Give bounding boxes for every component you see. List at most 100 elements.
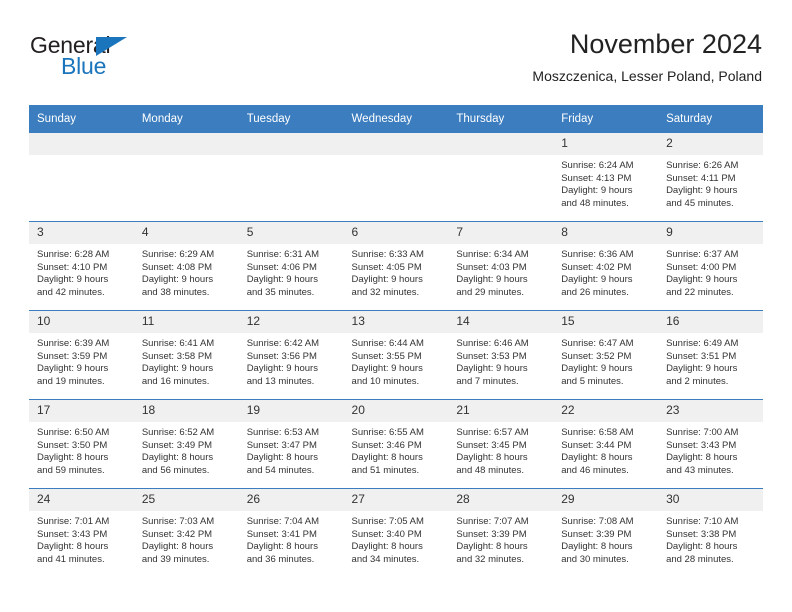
logo-text-blue: Blue (61, 53, 107, 79)
calendar-day-cell[interactable]: 21 Sunrise: 6:57 AM Sunset: 3:45 PM Dayligh… (448, 399, 554, 489)
day-details: Sunrise: 7:00 AM Sunset: 3:43 PM Daylight:… (658, 422, 763, 477)
daylight-text-line2: and 28 minutes. (666, 553, 734, 565)
daylight-text-line2: and 7 minutes. (456, 375, 519, 387)
daylight-text-line2: and 56 minutes. (141, 464, 210, 476)
sunset-text: Sunset: 3:39 PM (456, 528, 527, 540)
calendar-table: Sunday Monday Tuesday Wednesday Thursday… (29, 105, 763, 577)
calendar-day-cell[interactable]: 27 Sunrise: 7:05 AM Sunset: 3:40 PM Dayligh… (343, 488, 449, 577)
daylight-text-line1: Daylight: 9 hours (666, 185, 738, 197)
calendar-day-cell[interactable]: 2 Sunrise: 6:26 AM Sunset: 4:11 PM Daylight… (658, 133, 763, 222)
calendar-day-cell[interactable]: 24 Sunrise: 7:01 AM Sunset: 3:43 PM Dayligh… (29, 488, 134, 577)
sunrise-text: Sunrise: 6:57 AM (456, 427, 529, 438)
day-details: Sunrise: 6:33 AM Sunset: 4:05 PM Daylight:… (344, 244, 449, 299)
sunrise-text: Sunrise: 7:00 AM (666, 427, 739, 438)
day-number: 27 (343, 489, 449, 511)
calendar-day-cell[interactable]: 7 Sunrise: 6:34 AM Sunset: 4:03 PM Daylight… (448, 221, 554, 311)
calendar-day-cell[interactable]: 26 Sunrise: 7:04 AM Sunset: 3:41 PM Dayligh… (238, 488, 344, 577)
day-number: 9 (658, 222, 763, 244)
calendar-day-cell[interactable]: 15 Sunrise: 6:47 AM Sunset: 3:52 PM Dayligh… (553, 310, 659, 400)
daylight-text-line2: and 19 minutes. (37, 375, 105, 387)
day-details: Sunrise: 6:28 AM Sunset: 4:10 PM Daylight:… (29, 244, 134, 299)
weekday-header-thursday: Thursday (448, 105, 554, 133)
day-number: 14 (448, 311, 554, 333)
sunrise-text: Sunrise: 6:44 AM (351, 338, 424, 349)
day-number: 13 (343, 311, 449, 333)
sunset-text: Sunset: 3:49 PM (141, 439, 213, 451)
calendar-day-cell[interactable]: 19 Sunrise: 6:53 AM Sunset: 3:47 PM Dayligh… (238, 399, 344, 489)
calendar-day-cell[interactable]: 28 Sunrise: 7:07 AM Sunset: 3:39 PM Dayligh… (448, 488, 554, 577)
day-details: Sunrise: 6:46 AM Sunset: 3:53 PM Daylight:… (448, 333, 553, 388)
calendar-day-cell-empty (343, 133, 449, 222)
daylight-text-line2: and 10 minutes. (351, 375, 420, 387)
sunrise-text: Sunrise: 7:03 AM (141, 516, 215, 527)
sunrise-text: Sunrise: 6:50 AM (37, 427, 110, 438)
day-details: Sunrise: 6:41 AM Sunset: 3:58 PM Daylight:… (134, 333, 239, 388)
daylight-text-line2: and 48 minutes. (561, 197, 629, 209)
day-details: Sunrise: 6:31 AM Sunset: 4:06 PM Daylight:… (239, 244, 344, 299)
sunset-text: Sunset: 4:03 PM (456, 261, 527, 273)
calendar-day-cell[interactable]: 30 Sunrise: 7:10 AM Sunset: 3:38 PM Dayligh… (658, 488, 763, 577)
sunset-text: Sunset: 3:50 PM (37, 439, 108, 451)
daylight-text-line2: and 42 minutes. (37, 286, 105, 298)
weekday-header-wednesday: Wednesday (343, 105, 449, 133)
calendar-day-cell[interactable]: 20 Sunrise: 6:55 AM Sunset: 3:46 PM Dayligh… (343, 399, 449, 489)
day-details: Sunrise: 6:52 AM Sunset: 3:49 PM Daylight:… (134, 422, 239, 477)
calendar-day-cell[interactable]: 12 Sunrise: 6:42 AM Sunset: 3:56 PM Dayligh… (238, 310, 344, 400)
calendar-day-cell[interactable]: 18 Sunrise: 6:52 AM Sunset: 3:49 PM Dayligh… (133, 399, 239, 489)
calendar-day-cell[interactable]: 17 Sunrise: 6:50 AM Sunset: 3:50 PM Dayligh… (29, 399, 134, 489)
day-number: 26 (238, 489, 344, 511)
calendar-day-cell[interactable]: 4 Sunrise: 6:29 AM Sunset: 4:08 PM Daylight… (133, 221, 239, 311)
day-number (448, 133, 554, 155)
calendar-day-cell-empty (448, 133, 554, 222)
daylight-text-line1: Daylight: 9 hours (561, 363, 633, 375)
calendar-week-row: 10 Sunrise: 6:39 AM Sunset: 3:59 PM Dayligh… (29, 310, 763, 400)
day-number (343, 133, 449, 155)
sunset-text: Sunset: 4:02 PM (561, 261, 632, 273)
calendar-day-cell[interactable]: 11 Sunrise: 6:41 AM Sunset: 3:58 PM Dayligh… (133, 310, 239, 400)
general-blue-logo[interactable]: General Blue (30, 32, 230, 88)
calendar-day-cell[interactable]: 29 Sunrise: 7:08 AM Sunset: 3:39 PM Dayligh… (553, 488, 659, 577)
calendar-day-cell[interactable]: 5 Sunrise: 6:31 AM Sunset: 4:06 PM Daylight… (238, 221, 344, 311)
sunset-text: Sunset: 4:05 PM (351, 261, 422, 273)
day-details: Sunrise: 6:55 AM Sunset: 3:46 PM Daylight:… (344, 422, 449, 477)
sunset-text: Sunset: 3:52 PM (561, 350, 632, 362)
sunset-text: Sunset: 4:08 PM (141, 261, 213, 273)
calendar-day-cell[interactable]: 25 Sunrise: 7:03 AM Sunset: 3:42 PM Dayligh… (133, 488, 239, 577)
daylight-text-line2: and 48 minutes. (456, 464, 524, 476)
day-number (238, 133, 344, 155)
daylight-text-line1: Daylight: 8 hours (141, 541, 214, 553)
sunrise-text: Sunrise: 6:49 AM (666, 338, 739, 349)
daylight-text-line2: and 38 minutes. (141, 286, 210, 298)
sunset-text: Sunset: 3:53 PM (456, 350, 527, 362)
day-number: 3 (29, 222, 134, 244)
day-number: 21 (448, 400, 554, 422)
calendar-day-cell[interactable]: 14 Sunrise: 6:46 AM Sunset: 3:53 PM Dayligh… (448, 310, 554, 400)
sunrise-text: Sunrise: 6:55 AM (351, 427, 424, 438)
calendar-day-cell[interactable]: 3 Sunrise: 6:28 AM Sunset: 4:10 PM Daylight… (29, 221, 134, 311)
daylight-text-line1: Daylight: 8 hours (666, 541, 738, 553)
calendar-week-row: 17 Sunrise: 6:50 AM Sunset: 3:50 PM Dayligh… (29, 399, 763, 489)
sunrise-text: Sunrise: 6:28 AM (37, 249, 110, 260)
calendar-day-cell[interactable]: 6 Sunrise: 6:33 AM Sunset: 4:05 PM Daylight… (343, 221, 449, 311)
day-details: Sunrise: 7:04 AM Sunset: 3:41 PM Daylight:… (239, 511, 344, 566)
day-number: 16 (658, 311, 763, 333)
daylight-text-line1: Daylight: 9 hours (37, 274, 109, 286)
calendar-day-cell[interactable]: 9 Sunrise: 6:37 AM Sunset: 4:00 PM Daylight… (658, 221, 763, 311)
calendar-day-cell[interactable]: 8 Sunrise: 6:36 AM Sunset: 4:02 PM Daylight… (553, 221, 659, 311)
daylight-text-line1: Daylight: 9 hours (456, 274, 528, 286)
calendar-day-cell[interactable]: 13 Sunrise: 6:44 AM Sunset: 3:55 PM Dayligh… (343, 310, 449, 400)
calendar-day-cell[interactable]: 10 Sunrise: 6:39 AM Sunset: 3:59 PM Dayligh… (29, 310, 134, 400)
weekday-header-saturday: Saturday (658, 105, 763, 133)
daylight-text-line1: Daylight: 8 hours (456, 452, 528, 464)
daylight-text-line1: Daylight: 9 hours (141, 363, 214, 375)
daylight-text-line1: Daylight: 9 hours (561, 274, 633, 286)
sunset-text: Sunset: 3:46 PM (351, 439, 422, 451)
sunrise-text: Sunrise: 6:46 AM (456, 338, 529, 349)
calendar-day-cell[interactable]: 16 Sunrise: 6:49 AM Sunset: 3:51 PM Dayligh… (658, 310, 763, 400)
calendar-day-cell[interactable]: 22 Sunrise: 6:58 AM Sunset: 3:44 PM Dayligh… (553, 399, 659, 489)
daylight-text-line2: and 29 minutes. (456, 286, 524, 298)
sunrise-text: Sunrise: 6:31 AM (246, 249, 320, 260)
calendar-day-cell[interactable]: 1 Sunrise: 6:24 AM Sunset: 4:13 PM Daylight… (553, 133, 659, 222)
calendar-day-cell[interactable]: 23 Sunrise: 7:00 AM Sunset: 3:43 PM Dayligh… (658, 399, 763, 489)
day-details: Sunrise: 6:26 AM Sunset: 4:11 PM Daylight:… (658, 155, 763, 210)
